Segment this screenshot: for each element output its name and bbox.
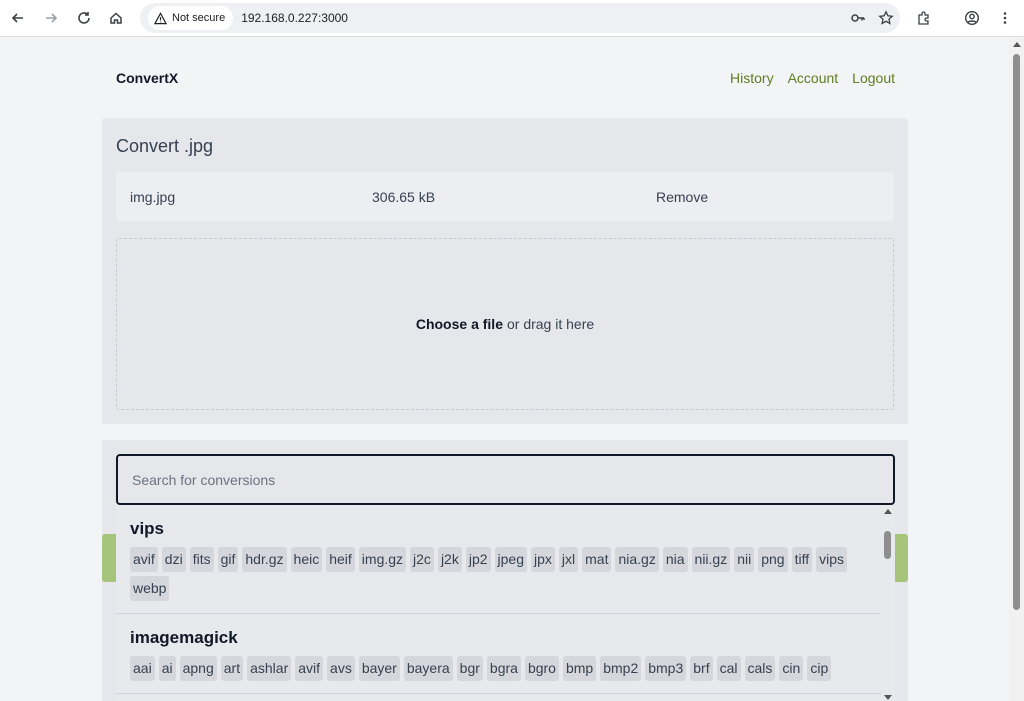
brand-logo[interactable]: ConvertX xyxy=(116,70,178,86)
format-option[interactable]: bayer xyxy=(358,656,400,681)
format-option[interactable]: jp2 xyxy=(465,547,491,572)
nav-logout-link[interactable]: Logout xyxy=(852,70,895,86)
dropdown-scrollbar[interactable] xyxy=(881,505,895,701)
security-label: Not secure xyxy=(172,12,226,24)
format-option[interactable]: nia xyxy=(662,547,688,572)
format-option[interactable]: j2c xyxy=(410,547,434,572)
format-option[interactable]: bmp2 xyxy=(600,656,642,681)
format-option[interactable]: nii xyxy=(734,547,755,572)
format-option[interactable]: avif xyxy=(130,547,158,572)
format-option[interactable]: png xyxy=(758,547,788,572)
conversion-dropdown: vips avif dzi fits gif hdr.gz heic heif img.gz j2… xyxy=(116,505,895,701)
converter-group-title: imagemagick xyxy=(130,628,238,647)
format-option[interactable]: bgra xyxy=(486,656,521,681)
scroll-down-icon[interactable] xyxy=(884,695,892,700)
format-option[interactable]: tiff xyxy=(791,547,813,572)
back-icon[interactable] xyxy=(6,6,30,30)
format-option[interactable]: jpx xyxy=(531,547,555,572)
format-option[interactable]: gif xyxy=(217,547,239,572)
convert-card: Convert .jpg img.jpg 306.65 kB Remove Ch… xyxy=(102,118,908,424)
converter-list: vips avif dzi fits gif hdr.gz heic heif img.gz j2… xyxy=(116,505,881,694)
format-option[interactable]: bmp3 xyxy=(645,656,687,681)
format-option[interactable]: bmp xyxy=(562,656,597,681)
format-chip-list: avif dzi fits gif hdr.gz heic heif img.gz j2c j2k… xyxy=(130,547,867,601)
format-option[interactable]: ashlar xyxy=(247,656,292,681)
nav-account-link[interactable]: Account xyxy=(788,70,839,86)
address-bar[interactable]: Not secure 192.168.0.227:3000 xyxy=(140,3,900,33)
format-option[interactable]: j2k xyxy=(437,547,462,572)
format-option[interactable]: bgro xyxy=(524,656,559,681)
format-option[interactable]: heif xyxy=(326,547,355,572)
home-icon[interactable] xyxy=(104,6,128,30)
file-name: img.jpg xyxy=(130,189,176,205)
file-size: 306.65 kB xyxy=(372,189,436,205)
format-option[interactable]: nia.gz xyxy=(615,547,659,572)
choose-file-label[interactable]: Choose a file xyxy=(416,316,503,332)
forward-icon[interactable] xyxy=(39,6,63,30)
dropdown-scrollbar-thumb[interactable] xyxy=(884,531,891,559)
star-icon[interactable] xyxy=(872,4,900,32)
format-option[interactable]: jpeg xyxy=(494,547,527,572)
format-option[interactable]: nii.gz xyxy=(691,547,731,572)
format-option[interactable]: cal xyxy=(716,656,741,681)
convert-button-edge-right[interactable] xyxy=(894,534,908,582)
format-option[interactable]: bayera xyxy=(403,656,453,681)
format-option[interactable]: heic xyxy=(290,547,323,572)
format-option[interactable]: bgr xyxy=(456,656,483,681)
format-option[interactable]: img.gz xyxy=(358,547,407,572)
format-option[interactable]: cip xyxy=(807,656,832,681)
nav-history-link[interactable]: History xyxy=(730,70,774,86)
converter-group-vips: vips avif dzi fits gif hdr.gz heic heif img.gz j2… xyxy=(116,505,881,614)
extensions-icon[interactable] xyxy=(912,6,936,30)
convert-button-edge-left[interactable] xyxy=(102,534,116,582)
format-option[interactable]: brf xyxy=(690,656,713,681)
format-option[interactable]: jxl xyxy=(558,547,579,572)
format-option[interactable]: mat xyxy=(582,547,612,572)
menu-icon[interactable] xyxy=(993,6,1017,30)
format-chip-list: aai ai apng art ashlar avif avs bayer bayera bgr b… xyxy=(130,656,867,681)
format-option[interactable]: art xyxy=(220,656,244,681)
page-scrollbar[interactable] xyxy=(1009,38,1024,701)
format-option[interactable]: avif xyxy=(295,656,324,681)
format-option[interactable]: avs xyxy=(327,656,355,681)
browser-toolbar: Not secure 192.168.0.227:3000 xyxy=(0,0,1024,37)
format-option[interactable]: cals xyxy=(744,656,776,681)
file-dropzone[interactable]: Choose a file or drag it here xyxy=(116,238,894,410)
format-option[interactable]: cin xyxy=(779,656,804,681)
search-input[interactable] xyxy=(116,454,895,505)
remove-file-button[interactable]: Remove xyxy=(656,189,708,205)
format-option[interactable]: vips xyxy=(816,547,848,572)
format-option[interactable]: ai xyxy=(158,656,176,681)
format-option[interactable]: dzi xyxy=(161,547,186,572)
scrollbar-thumb[interactable] xyxy=(1013,54,1020,610)
drag-hint: or drag it here xyxy=(506,316,595,332)
format-option[interactable]: fits xyxy=(189,547,214,572)
format-option[interactable]: hdr.gz xyxy=(242,547,287,572)
convert-title: Convert .jpg xyxy=(116,136,214,156)
file-row: img.jpg 306.65 kB Remove xyxy=(116,172,894,221)
scroll-up-icon[interactable] xyxy=(884,509,892,514)
converter-group-imagemagick: imagemagick aai ai apng art ashlar avif avs baye… xyxy=(116,614,881,694)
profile-icon[interactable] xyxy=(960,6,984,30)
top-nav: History Account Logout xyxy=(730,70,895,86)
format-option[interactable]: webp xyxy=(130,576,170,601)
format-option[interactable]: aai xyxy=(130,656,155,681)
format-option[interactable]: apng xyxy=(179,656,217,681)
security-chip[interactable]: Not secure xyxy=(148,6,234,30)
scroll-up-icon[interactable] xyxy=(1013,42,1021,47)
key-icon[interactable] xyxy=(844,4,872,32)
converter-group-title: vips xyxy=(130,519,165,538)
url-text[interactable]: 192.168.0.227:3000 xyxy=(241,11,348,25)
reload-icon[interactable] xyxy=(72,6,96,30)
warning-icon xyxy=(154,11,167,24)
